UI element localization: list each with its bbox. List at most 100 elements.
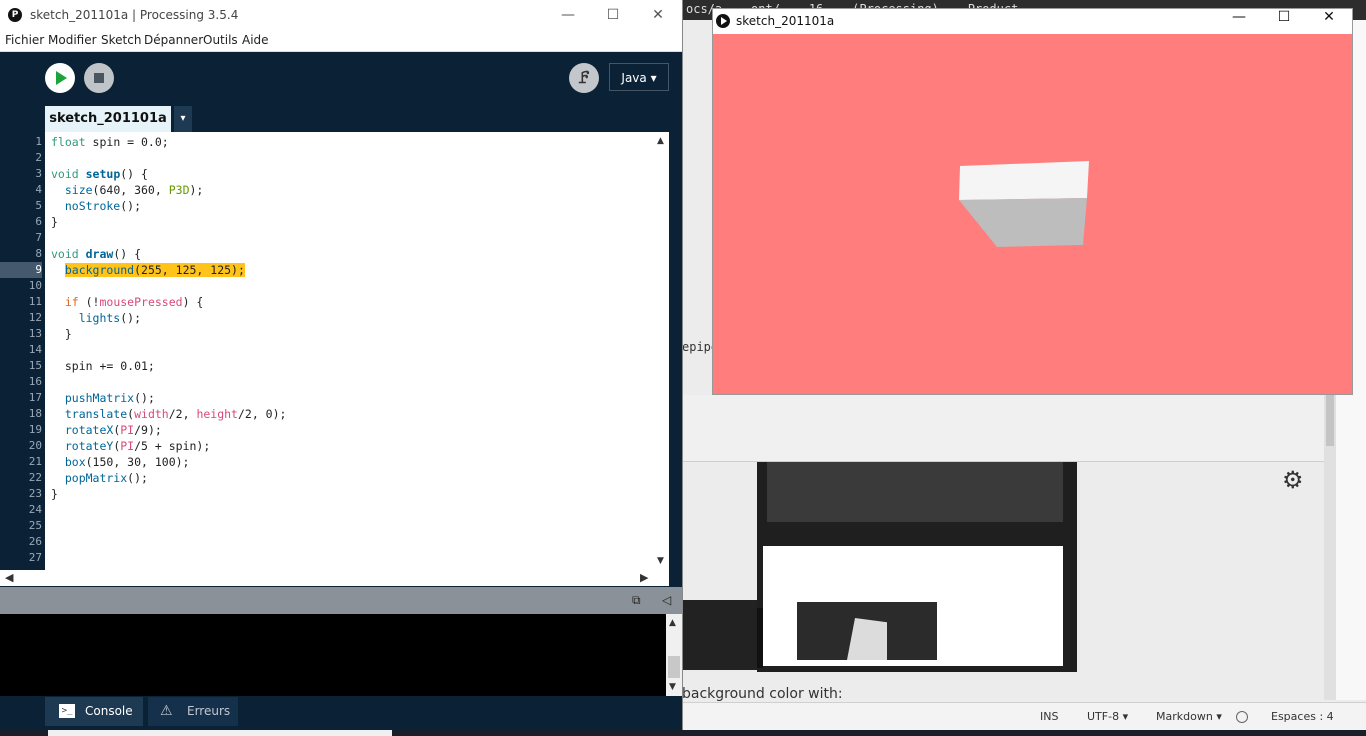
minimize-icon[interactable]: — <box>553 4 583 26</box>
line-number: 21 <box>28 455 42 468</box>
chevron-up-icon[interactable]: ▲ <box>657 136 664 146</box>
code-token: (255, 125, 125); <box>134 263 245 277</box>
background-screenshot-image <box>757 462 1077 672</box>
encoding-selector[interactable]: UTF-8 ▾ <box>1087 710 1128 723</box>
menu-aide[interactable]: Aide <box>242 33 269 47</box>
image-region <box>757 608 763 668</box>
line-number: 18 <box>28 407 42 420</box>
debug-butterfly-icon[interactable]: ꗓ <box>569 63 599 93</box>
ins-indicator[interactable]: INS <box>1040 710 1058 723</box>
menu-modifier[interactable]: Modifier <box>48 33 97 47</box>
code-line: void draw() { <box>51 247 141 261</box>
warning-icon: ⚠ <box>160 703 173 719</box>
code-line: } <box>51 215 58 229</box>
editor-vertical-scrollbar[interactable]: ▲ ▼ <box>654 132 669 570</box>
code-token: height <box>196 407 238 421</box>
code-token: mousePressed <box>99 295 183 309</box>
code-token: (); <box>120 311 142 325</box>
console-scroll-thumb[interactable] <box>668 656 680 678</box>
line-number: 20 <box>28 439 42 452</box>
mode-selector[interactable]: Java ▾ <box>609 63 669 91</box>
code-line: if (!mousePressed) { <box>51 295 204 309</box>
tab-console[interactable]: >_ Console <box>45 697 143 726</box>
code-token: () { <box>113 247 142 261</box>
line-number: 27 <box>28 551 42 564</box>
code-line: float spin = 0.0; <box>51 135 169 149</box>
language-selector[interactable]: Markdown ▾ <box>1156 710 1222 723</box>
close-icon[interactable]: ✕ <box>1314 6 1344 28</box>
copy-console-icon[interactable]: ⧉ <box>632 593 641 608</box>
code-line: popMatrix(); <box>51 471 148 485</box>
menu-depanner[interactable]: Dépanner <box>144 33 203 47</box>
code-token: (); <box>127 471 148 485</box>
line-number: 3 <box>35 167 42 180</box>
maximize-icon[interactable]: ☐ <box>1269 6 1299 28</box>
code-token: rotateY <box>51 439 114 453</box>
code-token: void <box>51 247 86 261</box>
chevron-down-icon: ▾ <box>1216 710 1222 723</box>
code-token: /2, 0); <box>237 407 287 421</box>
code-token: if <box>51 295 79 309</box>
tab-errors[interactable]: ⚠ Erreurs <box>148 697 238 726</box>
line-number: 19 <box>28 423 42 436</box>
code-line: lights(); <box>51 311 141 325</box>
code-token: ); <box>189 183 204 197</box>
minimize-icon[interactable]: — <box>1224 6 1254 28</box>
menu-sketch[interactable]: Sketch <box>101 33 141 47</box>
sketch-canvas[interactable] <box>713 34 1352 394</box>
taskbar-search[interactable] <box>48 730 392 736</box>
code-token: /9); <box>134 423 162 437</box>
close-icon[interactable]: ✕ <box>643 4 673 26</box>
code-token: translate <box>51 407 128 421</box>
chevron-down-icon[interactable]: ▼ <box>669 682 676 692</box>
code-token: P3D <box>168 183 190 197</box>
gear-icon[interactable]: ⚙ <box>1282 466 1304 494</box>
menu-outils[interactable]: Outils <box>203 33 238 47</box>
code-token: (640, 360, <box>92 183 169 197</box>
line-number: 11 <box>28 295 42 308</box>
line-number: 25 <box>28 519 42 532</box>
code-token: box <box>51 455 86 469</box>
console-scrollbar[interactable]: ▲ ▼ <box>666 614 682 696</box>
code-line: } <box>51 487 58 501</box>
code-token: setup <box>85 167 121 181</box>
code-token: (150, 30, 100); <box>85 455 190 469</box>
chevron-up-icon[interactable]: ▲ <box>669 618 676 628</box>
line-number: 7 <box>35 231 42 244</box>
processing-play-icon <box>716 14 730 28</box>
menu-fichier[interactable]: Fichier <box>5 33 44 47</box>
code-token: float <box>51 135 86 149</box>
editor-horizontal-scrollbar[interactable]: ◀ ▶ <box>0 570 654 586</box>
spaces-indicator[interactable]: Espaces : 4 <box>1271 710 1334 723</box>
menu-bar: Fichier Modifier Sketch Dépanner Outils … <box>0 30 682 52</box>
code-token: rotateX <box>51 423 114 437</box>
line-number: 6 <box>35 215 42 228</box>
chevron-right-icon[interactable]: ▶ <box>640 571 648 584</box>
line-number: 4 <box>35 183 42 196</box>
line-number: 2 <box>35 151 42 164</box>
line-number: 13 <box>28 327 42 340</box>
status-circle-icon[interactable] <box>1236 711 1248 723</box>
console-icon: >_ <box>59 704 75 718</box>
tab-sketch[interactable]: sketch_201101a <box>45 106 171 132</box>
code-token: PI <box>120 423 135 437</box>
code-editor[interactable]: float spin = 0.0; void setup () { size(64… <box>45 132 654 570</box>
console-divider[interactable]: ⧉ ◁ <box>0 587 682 614</box>
run-button[interactable] <box>45 63 75 93</box>
line-number-gutter: 1 2 3 4 5 6 7 8 9 10 11 12 13 14 15 16 1… <box>0 132 45 570</box>
code-token: size <box>51 183 93 197</box>
maximize-icon[interactable]: ☐ <box>598 4 628 26</box>
code-token: background <box>64 263 135 277</box>
chevron-left-icon[interactable]: ◀ <box>5 571 13 584</box>
line-number: 24 <box>28 503 42 516</box>
collapse-console-icon[interactable]: ◁ <box>662 593 671 607</box>
chevron-down-icon[interactable]: ▼ <box>657 556 664 566</box>
line-number: 10 <box>28 279 42 292</box>
code-token: draw <box>85 247 114 261</box>
stop-button[interactable] <box>84 63 114 93</box>
code-token: (! <box>78 295 100 309</box>
line-number: 15 <box>28 359 42 372</box>
code-line: translate(width/2, height/2, 0); <box>51 407 287 421</box>
tab-menu-button[interactable]: ▾ <box>174 106 192 132</box>
code-token: spin = 0.0; <box>85 135 169 149</box>
